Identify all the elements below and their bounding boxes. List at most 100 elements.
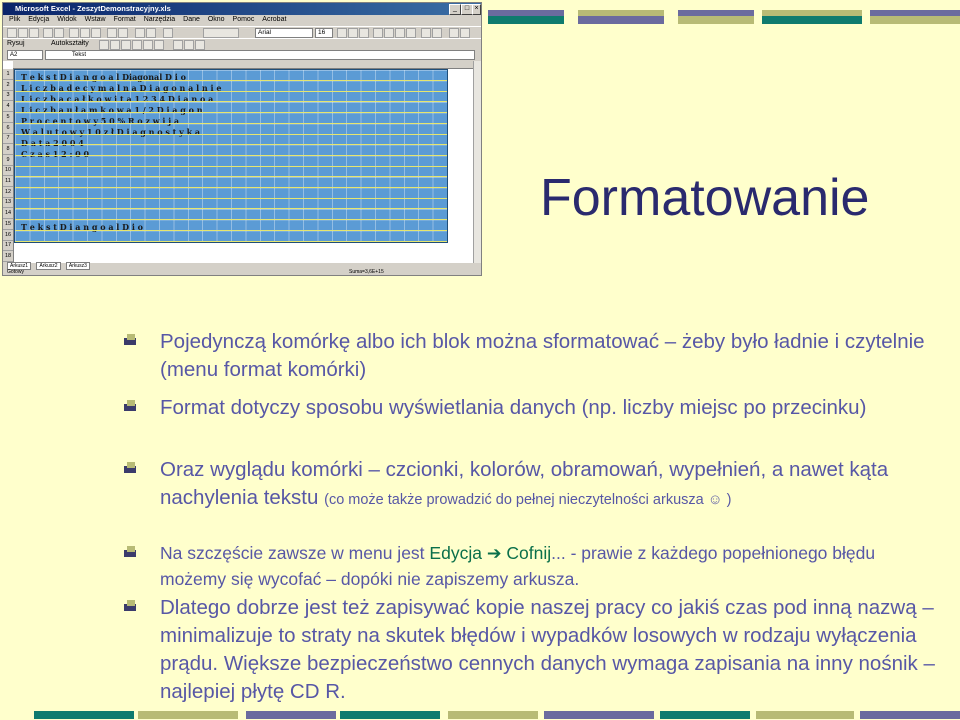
- cut-icon[interactable]: [69, 28, 79, 38]
- row-number[interactable]: 15: [3, 219, 13, 230]
- spreadsheet-grid[interactable]: 1 2 3 4 5 6 7 8 9 10 11 12 13 14 15 16 17 18 T e k s t D …: [3, 61, 473, 263]
- formula-input[interactable]: Tekst: [45, 50, 475, 60]
- row-number[interactable]: 5: [3, 112, 13, 123]
- gridline: [15, 133, 447, 135]
- menu-item-narzedzia[interactable]: Narzędzia: [144, 16, 176, 23]
- print-icon[interactable]: [43, 28, 53, 38]
- bullet-marker-icon: [124, 462, 136, 474]
- row-number[interactable]: 16: [3, 230, 13, 241]
- excel-title-bar: Microsoft Excel - ZeszytDemonstracyjny.x…: [3, 3, 481, 15]
- gridline: [15, 219, 447, 221]
- gridline: [15, 229, 447, 231]
- row-number[interactable]: 14: [3, 208, 13, 220]
- copy-icon[interactable]: [80, 28, 90, 38]
- autoshapes-menu[interactable]: Autokształty: [51, 40, 89, 47]
- row-number[interactable]: 11: [3, 176, 13, 187]
- bullet-2-text: Format dotyczy sposobu wyświetlania dany…: [160, 396, 867, 419]
- underline-icon[interactable]: [359, 28, 369, 38]
- standard-toolbar: Arial 16: [3, 26, 481, 38]
- menu-item-pomoc[interactable]: Pomoc: [233, 16, 255, 23]
- deco-block: [578, 10, 664, 24]
- align-right-icon[interactable]: [395, 28, 405, 38]
- formatted-cell-range[interactable]: T e k s t D i a n g o a l Diagonal D i o…: [14, 69, 448, 243]
- cell-row-text[interactable]: P r o c e n t o w y 5 0 % R o z w i j a: [21, 116, 179, 127]
- cell-row-text[interactable]: T e k s t D i a n g o a l Diagonal D i o: [21, 72, 186, 83]
- bold-icon[interactable]: [337, 28, 347, 38]
- deco-block: [762, 10, 862, 24]
- draw-menu[interactable]: Rysuj: [7, 40, 25, 47]
- paste-icon[interactable]: [91, 28, 101, 38]
- menu-edycja-label: Edycja: [429, 543, 482, 563]
- bottom-decoration: [34, 711, 960, 719]
- cell-row-text[interactable]: L i c z b a c a ł k o w i t a 1 2 3 4 D …: [21, 94, 213, 105]
- menu-item-acrobat[interactable]: Acrobat: [262, 16, 286, 23]
- chart-icon[interactable]: [163, 28, 173, 38]
- gridline: [15, 90, 447, 92]
- bullet-marker-icon: [124, 400, 136, 412]
- italic-icon[interactable]: [348, 28, 358, 38]
- zoom-icon[interactable]: [203, 28, 239, 38]
- menu-item-okno[interactable]: Okno: [208, 16, 225, 23]
- row-number[interactable]: 3: [3, 90, 13, 102]
- menu-item-wstaw[interactable]: Wstaw: [85, 16, 106, 23]
- deco-stripe: [756, 711, 854, 719]
- status-bar: Gotowy Suma=3,6E+15: [3, 269, 481, 275]
- deco-stripe: [448, 711, 538, 719]
- bullet-text: Oraz wyglądu komórki – czcionki, kolorów…: [160, 456, 944, 514]
- row-number[interactable]: 4: [3, 101, 13, 113]
- new-icon[interactable]: [7, 28, 17, 38]
- menu-item-plik[interactable]: Plik: [9, 16, 20, 23]
- cell-row-text[interactable]: W a l u t o w y 1 0 z ł D i a g n o s t …: [21, 127, 200, 138]
- menu-item-format[interactable]: Format: [114, 16, 136, 23]
- row-number[interactable]: 17: [3, 240, 13, 252]
- redo-icon[interactable]: [118, 28, 128, 38]
- menu-item-dane[interactable]: Dane: [183, 16, 200, 23]
- row-number[interactable]: 9: [3, 155, 13, 166]
- name-box[interactable]: A2: [7, 50, 43, 60]
- align-center-icon[interactable]: [384, 28, 394, 38]
- sort-icon[interactable]: [146, 28, 156, 38]
- close-button[interactable]: ×: [472, 4, 481, 15]
- font-size-select[interactable]: 16: [315, 28, 333, 38]
- row-number[interactable]: 7: [3, 133, 13, 145]
- deco-stripe: [860, 711, 960, 719]
- deco-block: [678, 10, 754, 24]
- row-number[interactable]: 13: [3, 197, 13, 209]
- borders-icon[interactable]: [449, 28, 459, 38]
- align-left-icon[interactable]: [373, 28, 383, 38]
- fill-color-icon[interactable]: [460, 28, 470, 38]
- gridline: [15, 176, 447, 178]
- gridline: [15, 122, 447, 124]
- row-number[interactable]: 18: [3, 251, 13, 262]
- save-icon[interactable]: [29, 28, 39, 38]
- cell-row-text[interactable]: L i c z b a d e c y m a l n a D i a g o …: [21, 83, 221, 94]
- deco-stripe: [138, 711, 238, 719]
- percent-icon[interactable]: [432, 28, 442, 38]
- bullet-4-text-before: Na szczęście zawsze w menu jest: [160, 543, 425, 563]
- cell-row-text[interactable]: L i c z b a u ł a m k o w a 1 / 2 D i a …: [21, 105, 203, 116]
- gridline: [15, 240, 447, 242]
- row-number[interactable]: 12: [3, 187, 13, 198]
- bullet-5-text: Dlatego dobrze jest też zapisywać kopie …: [160, 596, 935, 703]
- menu-item-widok[interactable]: Widok: [57, 16, 76, 23]
- font-name-select[interactable]: Arial: [255, 28, 313, 38]
- undo-icon[interactable]: [107, 28, 117, 38]
- preview-icon[interactable]: [54, 28, 64, 38]
- gridline: [15, 197, 447, 199]
- deco-block: [870, 10, 960, 24]
- cell-row-text[interactable]: T e k s t D i a n g o a l D i o: [21, 222, 143, 233]
- row-number[interactable]: 6: [3, 123, 13, 134]
- open-icon[interactable]: [18, 28, 28, 38]
- row-number[interactable]: 8: [3, 144, 13, 155]
- vertical-scrollbar[interactable]: [473, 61, 481, 263]
- excel-menu-bar: Plik Edycja Widok Wstaw Format Narzędzia…: [3, 15, 481, 25]
- autosum-icon[interactable]: [135, 28, 145, 38]
- bullet-text: Na szczęście zawsze w menu jest Edycja ➔…: [160, 540, 944, 592]
- row-number[interactable]: 10: [3, 165, 13, 177]
- row-number[interactable]: 1: [3, 69, 13, 80]
- menu-item-edycja[interactable]: Edycja: [28, 16, 49, 23]
- row-number[interactable]: 2: [3, 80, 13, 91]
- merge-icon[interactable]: [406, 28, 416, 38]
- currency-icon[interactable]: [421, 28, 431, 38]
- minimize-button[interactable]: _: [449, 4, 461, 15]
